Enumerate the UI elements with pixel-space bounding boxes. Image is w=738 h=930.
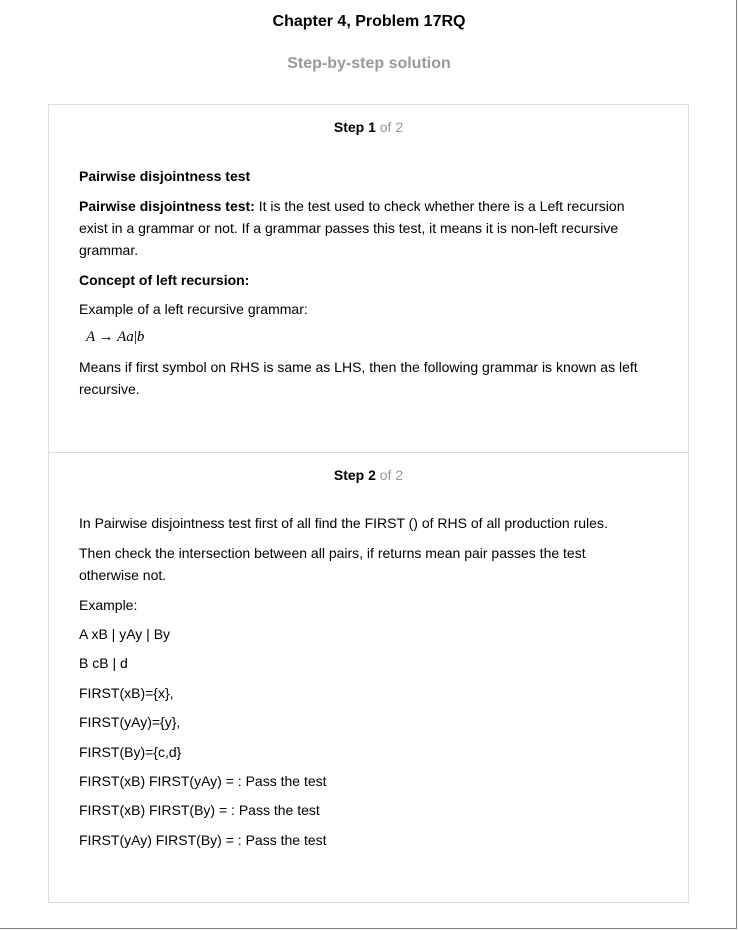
step-1-header: Step 1 of 2 xyxy=(49,118,688,136)
check-line-2: otherwise not. xyxy=(79,567,167,583)
step-2-intro: In Pairwise disjointness test first of a… xyxy=(79,515,608,531)
example-intro: Example of a left recursive grammar: xyxy=(79,301,308,317)
formula-lhs: A xyxy=(86,329,95,345)
grammar-formula: A → Aa|b xyxy=(86,326,666,348)
step-2-section: Step 2 of 2 In Pairwise disjointness tes… xyxy=(49,453,688,902)
formula-rhs-1: Aa xyxy=(117,329,134,345)
example-line: FIRST(xB) FIRST(By) = : Pass the test xyxy=(79,802,320,818)
example-line: FIRST(xB) FIRST(yAy) = : Pass the test xyxy=(79,773,327,789)
definition-term: Pairwise disjointness test: xyxy=(79,198,255,214)
example-line: A xB | yAy | By xyxy=(79,626,171,642)
example-line: FIRST(yAy)={y}, xyxy=(79,714,181,730)
definition-paragraph-line-3: grammar. xyxy=(79,242,139,258)
step-2-header: Step 2 of 2 xyxy=(49,466,688,484)
explanation-line-1: Means if first symbol on RHS is same as … xyxy=(79,359,638,375)
concept-heading: Concept of left recursion: xyxy=(79,272,250,288)
definition-paragraph-line-1: Pairwise disjointness test: It is the te… xyxy=(79,195,659,217)
explanation-line-2: recursive. xyxy=(79,381,140,397)
definition-text: It is the test used to check whether the… xyxy=(254,198,625,214)
step-1-total: of 2 xyxy=(379,119,404,135)
example-line: FIRST(yAy) FIRST(By) = : Pass the test xyxy=(79,832,327,848)
page-title: Chapter 4, Problem 17RQ xyxy=(272,13,466,30)
step-2-total: of 2 xyxy=(379,467,404,483)
step-1-heading: Pairwise disjointness test xyxy=(79,168,251,184)
definition-paragraph-line-2: exist in a grammar or not. If a grammar … xyxy=(79,220,619,236)
step-2-label: Step 2 xyxy=(333,467,376,483)
check-line-1: Then check the intersection between all … xyxy=(79,545,586,561)
step-1-section: Step 1 of 2 Pairwise disjointness test P… xyxy=(49,105,688,453)
example-line: B cB | d xyxy=(79,655,128,671)
step-1-label: Step 1 xyxy=(333,119,376,135)
solution-container: Step 1 of 2 Pairwise disjointness test P… xyxy=(48,104,689,903)
formula-rhs-2: b xyxy=(136,329,145,345)
formula-arrow: → xyxy=(98,329,114,345)
example-line: FIRST(xB)={x}, xyxy=(79,685,174,701)
example-line: FIRST(By)={c,d} xyxy=(79,744,182,760)
example-label: Example: xyxy=(79,597,138,613)
solution-subtitle: Step-by-step solution xyxy=(287,55,451,72)
